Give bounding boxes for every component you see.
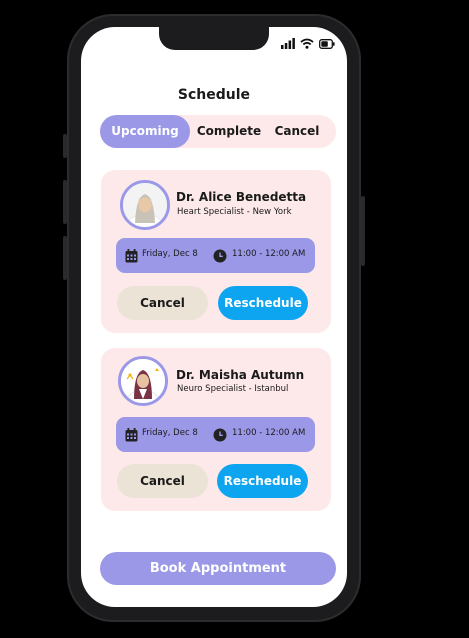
phone-volume-down: [63, 236, 67, 280]
calendar-icon: [125, 427, 138, 446]
appointment-time: 11:00 - 12:00 AM: [232, 428, 306, 438]
appointment-card: Dr. Maisha Autumn Neuro Specialist - Ist…: [101, 348, 331, 511]
cancel-button[interactable]: Cancel: [117, 286, 208, 320]
clock-icon: [213, 427, 227, 446]
avatar: [118, 356, 168, 406]
appointment-time: 11:00 - 12:00 AM: [232, 249, 306, 259]
calendar-icon: [125, 248, 138, 267]
signal-icon: [281, 34, 295, 53]
doctor-name: Dr. Alice Benedetta: [176, 190, 307, 204]
wifi-icon: [300, 34, 314, 53]
tab-cancel[interactable]: Cancel: [266, 115, 328, 148]
appointment-date: Friday, Dec 8: [142, 428, 198, 438]
doctor-name: Dr. Maisha Autumn: [176, 368, 305, 382]
appointment-slot: Friday, Dec 8 11:00 - 12:00 AM: [116, 417, 315, 452]
avatar: [120, 180, 170, 230]
tab-complete[interactable]: Complete: [192, 115, 266, 148]
doctor-specialty: Neuro Specialist - Istanbul: [177, 384, 289, 394]
appointment-card: Dr. Alice Benedetta Heart Specialist - N…: [101, 170, 331, 333]
reschedule-button[interactable]: Reschedule: [218, 286, 308, 320]
tab-upcoming[interactable]: Upcoming: [100, 115, 190, 148]
phone-power-button: [361, 196, 365, 266]
cancel-button[interactable]: Cancel: [117, 464, 208, 498]
battery-icon: [319, 34, 335, 53]
reschedule-button[interactable]: Reschedule: [217, 464, 308, 498]
phone-side-button: [63, 134, 67, 158]
tab-bar: Upcoming Complete Cancel: [100, 115, 336, 148]
notch: [159, 27, 269, 50]
phone-volume-up: [63, 180, 67, 224]
book-appointment-button[interactable]: Book Appointment: [100, 552, 336, 585]
appointment-date: Friday, Dec 8: [142, 249, 198, 259]
clock-icon: [213, 248, 227, 267]
status-bar: [281, 34, 335, 53]
doctor-specialty: Heart Specialist - New York: [177, 207, 292, 217]
app-screen: Schedule Upcoming Complete Cancel Dr. Al…: [81, 27, 347, 607]
page-title: Schedule: [177, 87, 251, 103]
appointment-slot: Friday, Dec 8 11:00 - 12:00 AM: [116, 238, 315, 273]
